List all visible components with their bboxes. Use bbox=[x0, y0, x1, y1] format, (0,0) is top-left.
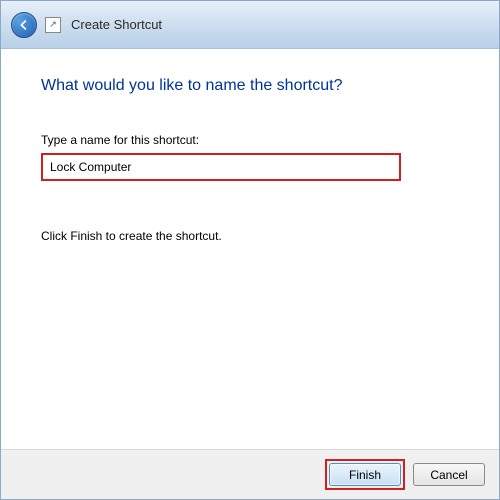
back-button[interactable] bbox=[11, 12, 37, 38]
wizard-window: ↗ Create Shortcut What would you like to… bbox=[0, 0, 500, 500]
shortcut-icon: ↗ bbox=[45, 17, 61, 33]
shortcut-name-input[interactable] bbox=[44, 156, 398, 178]
finish-highlight: Finish bbox=[325, 459, 405, 490]
finish-button[interactable]: Finish bbox=[329, 463, 401, 486]
content-area: What would you like to name the shortcut… bbox=[1, 49, 499, 449]
window-title: Create Shortcut bbox=[71, 17, 162, 32]
input-highlight bbox=[41, 153, 401, 181]
instruction-text: Click Finish to create the shortcut. bbox=[41, 229, 459, 243]
titlebar: ↗ Create Shortcut bbox=[1, 1, 499, 49]
shortcut-name-label: Type a name for this shortcut: bbox=[41, 133, 459, 147]
page-heading: What would you like to name the shortcut… bbox=[41, 77, 459, 95]
footer-bar: Finish Cancel bbox=[1, 449, 499, 499]
back-arrow-icon bbox=[17, 18, 31, 32]
cancel-button[interactable]: Cancel bbox=[413, 463, 485, 486]
